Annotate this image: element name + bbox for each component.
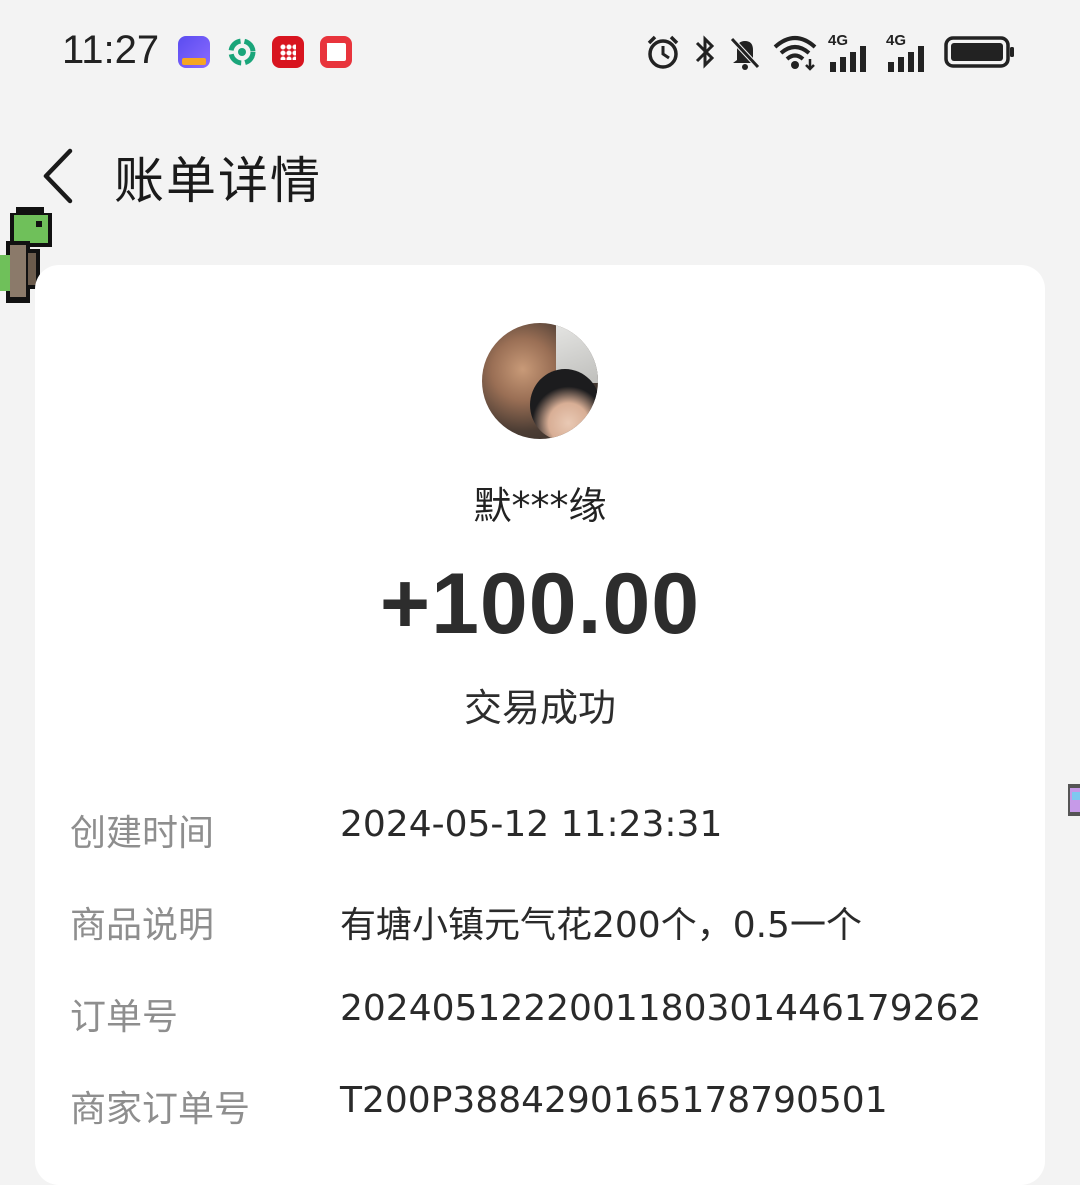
- circle-app-icon: [226, 36, 258, 68]
- transaction-status: 交易成功: [463, 686, 616, 730]
- wifi-icon: [773, 36, 817, 71]
- header: 账单详情: [0, 105, 1080, 245]
- game-app-icon: [178, 36, 210, 68]
- bill-card: 默***缘 +100.00 交易成功 创建时间 2024-05-12 11:23…: [35, 265, 1045, 1185]
- bluetooth-icon: [695, 35, 715, 69]
- detail-row-merchant-order-number: 商家订单号 T200P3884290165178790501: [70, 1066, 1010, 1158]
- gem-sticker-icon: [1068, 784, 1080, 816]
- reader-app-icon: [320, 36, 352, 68]
- alarm-icon: [647, 35, 679, 69]
- payer-name: 默***缘: [473, 484, 607, 528]
- detail-value[interactable]: T200P3884290165178790501: [340, 1080, 888, 1121]
- detail-row-product-description: 商品说明 有塘小镇元气花200个，0.5一个: [70, 882, 1010, 974]
- mute-icon: [730, 37, 760, 70]
- system-icons: 4G 4G: [644, 30, 1016, 74]
- detail-label: 创建时间: [70, 813, 215, 854]
- amount: +100.00: [379, 556, 701, 652]
- detail-label: 商家订单号: [70, 1089, 251, 1130]
- detail-row-order-number: 订单号 2024051222001180301446179262: [70, 974, 1010, 1066]
- red-dots-app-icon: [272, 36, 304, 68]
- detail-value[interactable]: 2024051222001180301446179262: [340, 988, 981, 1029]
- status-time: 11:27: [62, 28, 160, 72]
- detail-label: 订单号: [70, 997, 179, 1038]
- detail-label: 商品说明: [70, 905, 215, 946]
- avatar[interactable]: [482, 323, 598, 439]
- signal-4g-2-icon: 4G: [886, 32, 934, 72]
- chevron-left-icon[interactable]: [38, 145, 78, 207]
- detail-value: 有塘小镇元气花200个，0.5一个: [340, 905, 862, 946]
- signal-4g-1-icon: 4G: [828, 32, 876, 72]
- battery-icon: [944, 36, 1014, 68]
- status-bar: 11:27 4G 4G: [0, 0, 1080, 105]
- details-list: 创建时间 2024-05-12 11:23:31 商品说明 有塘小镇元气花200…: [70, 790, 1010, 1158]
- detail-value: 2024-05-12 11:23:31: [340, 804, 723, 845]
- page-title: 账单详情: [114, 152, 322, 210]
- detail-row-created-time: 创建时间 2024-05-12 11:23:31: [70, 790, 1010, 882]
